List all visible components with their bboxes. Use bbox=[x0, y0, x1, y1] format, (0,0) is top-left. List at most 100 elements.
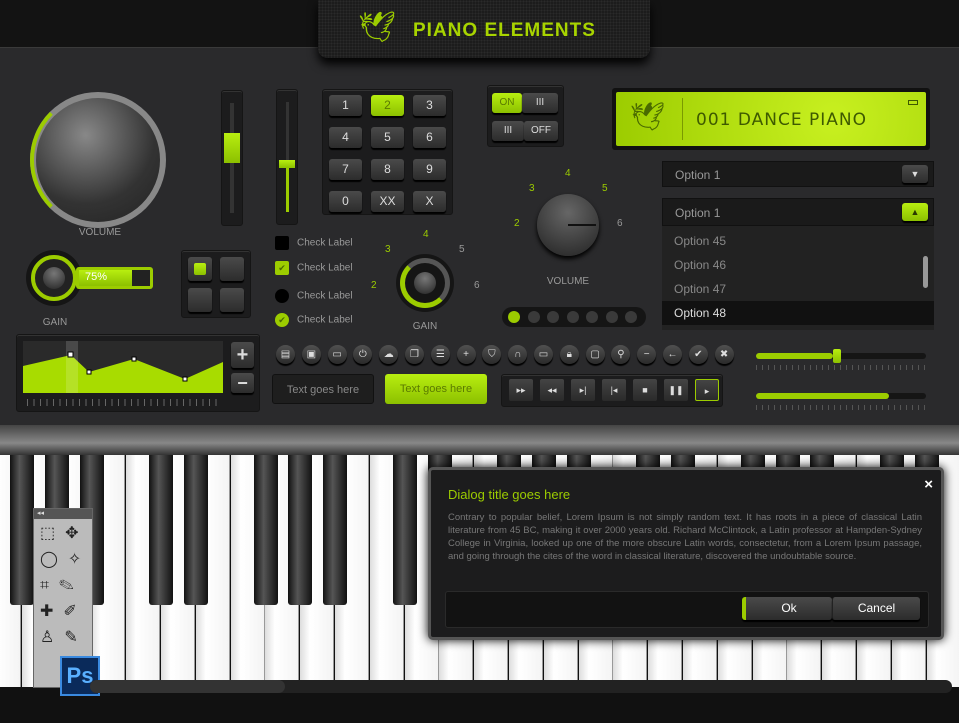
black-key[interactable] bbox=[253, 455, 278, 605]
black-key[interactable] bbox=[392, 455, 417, 605]
step-dot[interactable] bbox=[547, 311, 559, 323]
laptop-icon[interactable]: ▭ bbox=[534, 345, 553, 364]
presentation-icon[interactable]: ▣ bbox=[301, 345, 321, 364]
headphones-icon[interactable]: ∩ bbox=[508, 345, 528, 364]
volume-dial[interactable] bbox=[537, 194, 599, 256]
slider-handle[interactable] bbox=[224, 133, 240, 163]
close-icon[interactable]: × bbox=[924, 476, 933, 493]
vertical-slider-1[interactable] bbox=[221, 90, 243, 226]
search-icon[interactable]: ⚲ bbox=[611, 345, 631, 364]
dropdown-1[interactable]: Option 1 ▼ bbox=[662, 161, 934, 187]
black-key[interactable] bbox=[184, 455, 208, 605]
step-dot[interactable] bbox=[527, 311, 540, 323]
pad-3[interactable] bbox=[188, 288, 212, 312]
next-icon[interactable]: ▸| bbox=[571, 379, 595, 401]
keypad-key[interactable]: 8 bbox=[371, 159, 404, 180]
bird-icon: 🕊 bbox=[630, 101, 666, 132]
step-dot[interactable] bbox=[625, 311, 637, 323]
check-icon[interactable]: ✔ bbox=[688, 345, 708, 364]
black-key[interactable] bbox=[10, 455, 34, 605]
dropdown-option[interactable]: Option 48 bbox=[662, 301, 934, 325]
dropdown-option[interactable]: Option 46 bbox=[662, 253, 912, 277]
keypad-key[interactable]: 3 bbox=[413, 95, 446, 116]
plus-button[interactable]: + bbox=[231, 342, 254, 368]
dropdown-2[interactable]: Option 1 ▲ bbox=[662, 198, 934, 226]
checkbox[interactable]: Check Label bbox=[275, 236, 353, 250]
volume-dial-label: VOLUME bbox=[546, 276, 590, 287]
pad-1[interactable] bbox=[188, 257, 212, 281]
close-icon[interactable]: ✖ bbox=[714, 345, 734, 364]
checkbox-box[interactable] bbox=[275, 289, 289, 303]
ok-button[interactable]: Ok bbox=[742, 597, 832, 620]
step-dot[interactable] bbox=[508, 311, 520, 323]
envelope-graph[interactable] bbox=[23, 341, 223, 393]
horizontal-slider-1[interactable] bbox=[756, 349, 926, 363]
checkbox[interactable]: ✔ Check Label bbox=[275, 261, 353, 275]
keypad-key[interactable]: X bbox=[413, 191, 446, 212]
switch-grip[interactable]: III bbox=[522, 93, 558, 113]
plus-icon[interactable]: + bbox=[456, 345, 476, 364]
play-icon[interactable]: ▸ bbox=[695, 379, 719, 401]
message-icon[interactable]: ☰ bbox=[430, 345, 450, 364]
horizontal-slider-2[interactable] bbox=[756, 393, 926, 399]
step-indicator bbox=[502, 307, 646, 327]
film-icon[interactable]: ▤ bbox=[276, 345, 295, 364]
minus-icon[interactable]: − bbox=[637, 345, 657, 364]
pause-icon[interactable]: ❚❚ bbox=[664, 379, 688, 401]
volume-knob[interactable] bbox=[30, 92, 166, 228]
step-dot[interactable] bbox=[605, 311, 618, 323]
keypad-key[interactable]: 6 bbox=[413, 127, 446, 148]
black-key[interactable] bbox=[149, 455, 174, 605]
step-dot[interactable] bbox=[566, 311, 579, 323]
dropdown-list: Option 45 Option 46 Option 47 Option 48 bbox=[662, 226, 934, 330]
dropdown-option[interactable]: Option 47 bbox=[662, 277, 912, 301]
copy-icon[interactable]: ❐ bbox=[405, 345, 424, 364]
horizontal-scrollbar[interactable] bbox=[90, 680, 952, 693]
minus-button[interactable]: − bbox=[231, 373, 254, 393]
off-toggle[interactable]: OFF bbox=[524, 121, 558, 141]
switch-grip[interactable]: III bbox=[492, 121, 524, 141]
lock-icon[interactable]: 🔒︎ bbox=[559, 345, 579, 364]
chat-icon[interactable]: ▭ bbox=[327, 345, 347, 364]
power-icon[interactable]: ⏻ bbox=[353, 345, 373, 364]
list-scrollbar[interactable] bbox=[923, 256, 928, 288]
checkbox-label: Check Label bbox=[297, 262, 353, 274]
check-icon[interactable]: ✔ bbox=[275, 313, 289, 327]
black-key[interactable] bbox=[288, 455, 313, 605]
chevron-down-icon[interactable]: ▼ bbox=[902, 165, 928, 183]
cancel-button[interactable]: Cancel bbox=[832, 597, 920, 620]
keypad-key[interactable]: 5 bbox=[371, 127, 404, 148]
gain-dial[interactable] bbox=[396, 254, 454, 312]
pad-4[interactable] bbox=[220, 288, 244, 312]
pad-2[interactable] bbox=[220, 257, 244, 281]
check-icon[interactable]: ✔ bbox=[275, 261, 289, 275]
vertical-slider-2[interactable] bbox=[276, 89, 298, 225]
checkbox[interactable]: Check Label bbox=[275, 289, 353, 303]
keypad-key[interactable]: 9 bbox=[413, 159, 446, 180]
keypad-key[interactable]: XX bbox=[371, 191, 404, 212]
slider-handle[interactable] bbox=[832, 349, 841, 363]
cloud-icon[interactable]: ☁ bbox=[379, 345, 399, 364]
checkbox-box[interactable] bbox=[275, 236, 289, 250]
keypad-key[interactable]: 0 bbox=[329, 191, 362, 212]
keypad-key[interactable]: 1 bbox=[329, 95, 362, 116]
gain-knob[interactable] bbox=[26, 250, 82, 306]
keypad-key[interactable]: 7 bbox=[329, 159, 362, 180]
step-dot[interactable] bbox=[586, 311, 598, 323]
chevron-up-icon[interactable]: ▲ bbox=[902, 203, 928, 221]
tv-icon[interactable]: ▢ bbox=[585, 345, 605, 364]
fast-forward-icon[interactable]: ▸▸ bbox=[509, 379, 533, 401]
back-arrow-icon[interactable]: ← bbox=[663, 345, 682, 364]
keypad-key[interactable]: 4 bbox=[329, 127, 362, 148]
dropdown-option[interactable]: Option 45 bbox=[662, 229, 912, 253]
keypad: 1 2 3 4 5 6 7 8 9 0 XX X bbox=[322, 89, 453, 215]
keypad-key[interactable]: 2 bbox=[371, 95, 404, 116]
shield-icon[interactable]: ⛉ bbox=[482, 345, 502, 364]
previous-icon[interactable]: |◂ bbox=[602, 379, 626, 401]
on-toggle[interactable]: ON bbox=[492, 93, 522, 113]
rewind-icon[interactable]: ◂◂ bbox=[540, 379, 564, 401]
slider-handle[interactable] bbox=[279, 160, 295, 168]
checkbox[interactable]: ✔ Check Label bbox=[275, 313, 353, 327]
black-key[interactable] bbox=[323, 455, 348, 605]
stop-icon[interactable]: ■ bbox=[633, 379, 657, 401]
